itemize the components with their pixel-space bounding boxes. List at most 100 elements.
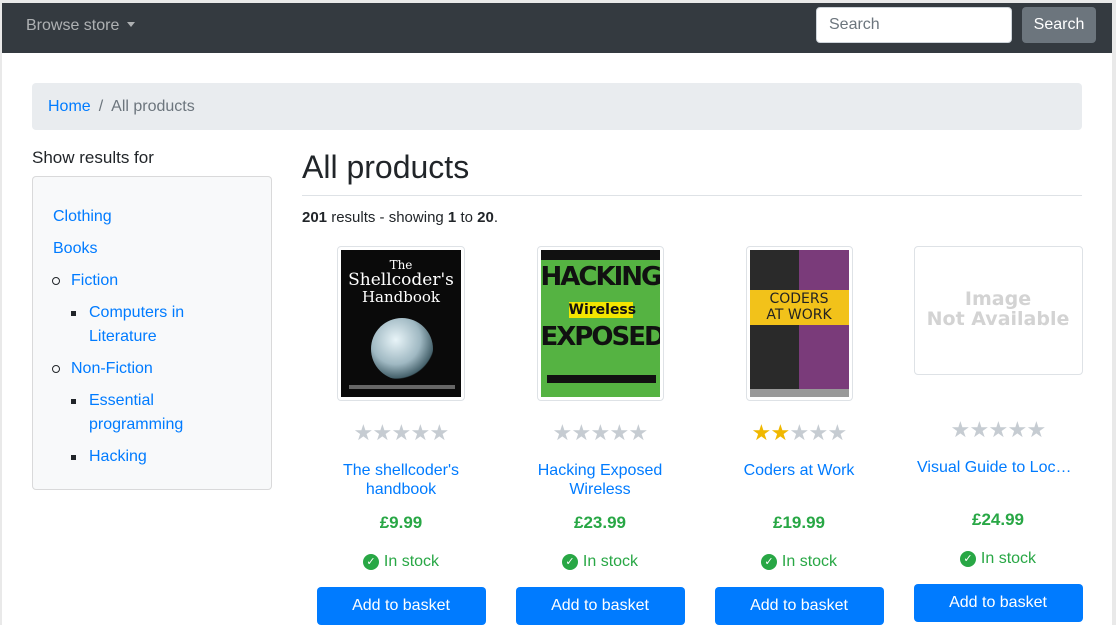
book-cover-shellcoder: The Shellcoder's Handbook — [341, 250, 461, 397]
cover-artwork — [749, 250, 799, 290]
sidebar-item-computers-in-literature-1[interactable]: Computers in — [89, 301, 184, 325]
caret-down-icon — [127, 22, 136, 27]
square-bullet-icon — [71, 455, 76, 460]
product-image[interactable]: CODERS AT WORK — [745, 246, 853, 401]
star-icon: ★ — [751, 420, 772, 445]
sidebar-item-books[interactable]: Books — [53, 237, 97, 261]
star-icon: ★ — [950, 417, 971, 442]
results-from: 1 — [447, 209, 457, 226]
product-title-link[interactable]: Visual Guide to Lock ... — [913, 458, 1083, 496]
search-button[interactable]: Search — [1022, 7, 1096, 43]
breadcrumb-separator: / — [98, 97, 104, 115]
star-icon: ★ — [808, 420, 829, 445]
star-icon: ★ — [789, 420, 810, 445]
page: Browse store Search Home / All products … — [2, 3, 1112, 625]
star-rating: ★★★★★ — [515, 420, 685, 445]
placeholder-text: Image — [964, 288, 1032, 310]
cover-artwork — [749, 389, 849, 397]
product-card: Image Not Available ★★★★★ Visual Guide t… — [913, 246, 1083, 622]
square-bullet-icon — [71, 399, 76, 404]
category-sidebar: Clothing Books Fiction Computers in Lite… — [32, 176, 272, 490]
product-card: HACKING Wireless EXPOSED ★★★★★ Hacking E… — [515, 246, 685, 625]
top-navbar: Browse store Search — [2, 3, 1112, 53]
results-count: 201 — [302, 209, 328, 226]
star-icon: ★ — [969, 417, 990, 442]
stock-label: In stock — [383, 553, 440, 570]
cover-text: AT WORK — [766, 307, 832, 323]
star-icon: ★ — [1026, 417, 1047, 442]
sidebar-item-clothing[interactable]: Clothing — [53, 205, 112, 229]
circle-bullet-icon — [52, 365, 60, 373]
product-image[interactable]: Image Not Available — [913, 246, 1083, 375]
stock-status: ✓ In stock — [316, 553, 486, 571]
stock-status: ✓ In stock — [714, 553, 884, 571]
square-bullet-icon — [71, 311, 76, 316]
star-icon: ★ — [372, 420, 393, 445]
browse-store-dropdown[interactable]: Browse store — [26, 17, 136, 35]
cover-artwork — [799, 250, 849, 290]
cover-artwork — [349, 385, 455, 389]
sidebar-item-computers-in-literature-2[interactable]: Literature — [89, 325, 157, 349]
cover-artwork — [371, 318, 433, 380]
product-image[interactable]: HACKING Wireless EXPOSED — [536, 246, 664, 401]
star-icon: ★ — [988, 417, 1009, 442]
cover-text: Wireless — [568, 302, 637, 318]
product-price: £24.99 — [972, 510, 1024, 529]
star-icon: ★ — [827, 420, 848, 445]
add-to-basket-button[interactable]: Add to basket — [714, 587, 884, 625]
star-icon: ★ — [609, 420, 630, 445]
book-cover-hacking-exposed: HACKING Wireless EXPOSED — [540, 250, 660, 397]
star-rating: ★★★★★ — [913, 417, 1083, 442]
product-title-link[interactable]: The shellcoder's handbook — [316, 461, 486, 499]
star-icon: ★ — [770, 420, 791, 445]
cover-artwork — [546, 375, 656, 383]
product-image[interactable]: The Shellcoder's Handbook — [337, 246, 465, 401]
cover-text: EXPOSED — [540, 322, 660, 352]
star-icon: ★ — [429, 420, 450, 445]
sidebar-item-fiction[interactable]: Fiction — [71, 269, 118, 293]
check-circle-icon: ✓ — [362, 554, 379, 570]
product-price: £9.99 — [379, 513, 423, 532]
star-rating: ★★★★★ — [714, 420, 884, 445]
star-icon: ★ — [391, 420, 412, 445]
sidebar-item-hacking[interactable]: Hacking — [89, 445, 147, 469]
cover-artwork — [749, 325, 799, 389]
add-to-basket-button[interactable]: Add to basket — [316, 587, 486, 625]
product-title-link[interactable]: Coders at Work — [714, 461, 884, 499]
star-icon: ★ — [628, 420, 649, 445]
sidebar-title: Show results for — [32, 148, 154, 167]
product-card: The Shellcoder's Handbook ★★★★★ The shel… — [316, 246, 486, 625]
star-icon: ★ — [353, 420, 374, 445]
star-rating: ★★★★★ — [316, 420, 486, 445]
cover-artwork — [799, 325, 849, 389]
sidebar-item-essential-programming-1[interactable]: Essential — [89, 389, 154, 413]
stock-status: ✓ In stock — [515, 553, 685, 571]
check-circle-icon: ✓ — [959, 551, 976, 567]
product-title-link[interactable]: Hacking Exposed Wireless — [515, 461, 685, 499]
results-to-word: to — [460, 209, 473, 226]
search-input[interactable] — [816, 7, 1012, 43]
circle-bullet-icon — [52, 277, 60, 285]
results-period: . — [493, 209, 498, 226]
results-summary: 201 results - showing 1 to 20. — [302, 209, 498, 226]
sidebar-item-non-fiction[interactable]: Non-Fiction — [71, 357, 153, 381]
product-price: £19.99 — [773, 513, 825, 532]
product-price: £23.99 — [574, 513, 626, 532]
add-to-basket-button[interactable]: Add to basket — [913, 584, 1083, 622]
book-cover-coders-at-work: CODERS AT WORK — [749, 250, 849, 397]
stock-status: ✓ In stock — [913, 550, 1083, 568]
breadcrumb-current: All products — [111, 97, 195, 115]
cover-text: Handbook — [361, 288, 441, 306]
page-title: All products — [302, 149, 470, 185]
star-icon: ★ — [552, 420, 573, 445]
sidebar-item-essential-programming-2[interactable]: programming — [89, 413, 183, 437]
star-icon: ★ — [1007, 417, 1028, 442]
placeholder-text: Not Available — [926, 308, 1070, 330]
title-divider — [302, 195, 1082, 196]
breadcrumb-home-link[interactable]: Home — [48, 98, 91, 116]
check-circle-icon: ✓ — [561, 554, 578, 570]
star-icon: ★ — [410, 420, 431, 445]
stock-label: In stock — [582, 553, 639, 570]
cover-text: CODERS — [769, 291, 829, 307]
add-to-basket-button[interactable]: Add to basket — [515, 587, 685, 625]
